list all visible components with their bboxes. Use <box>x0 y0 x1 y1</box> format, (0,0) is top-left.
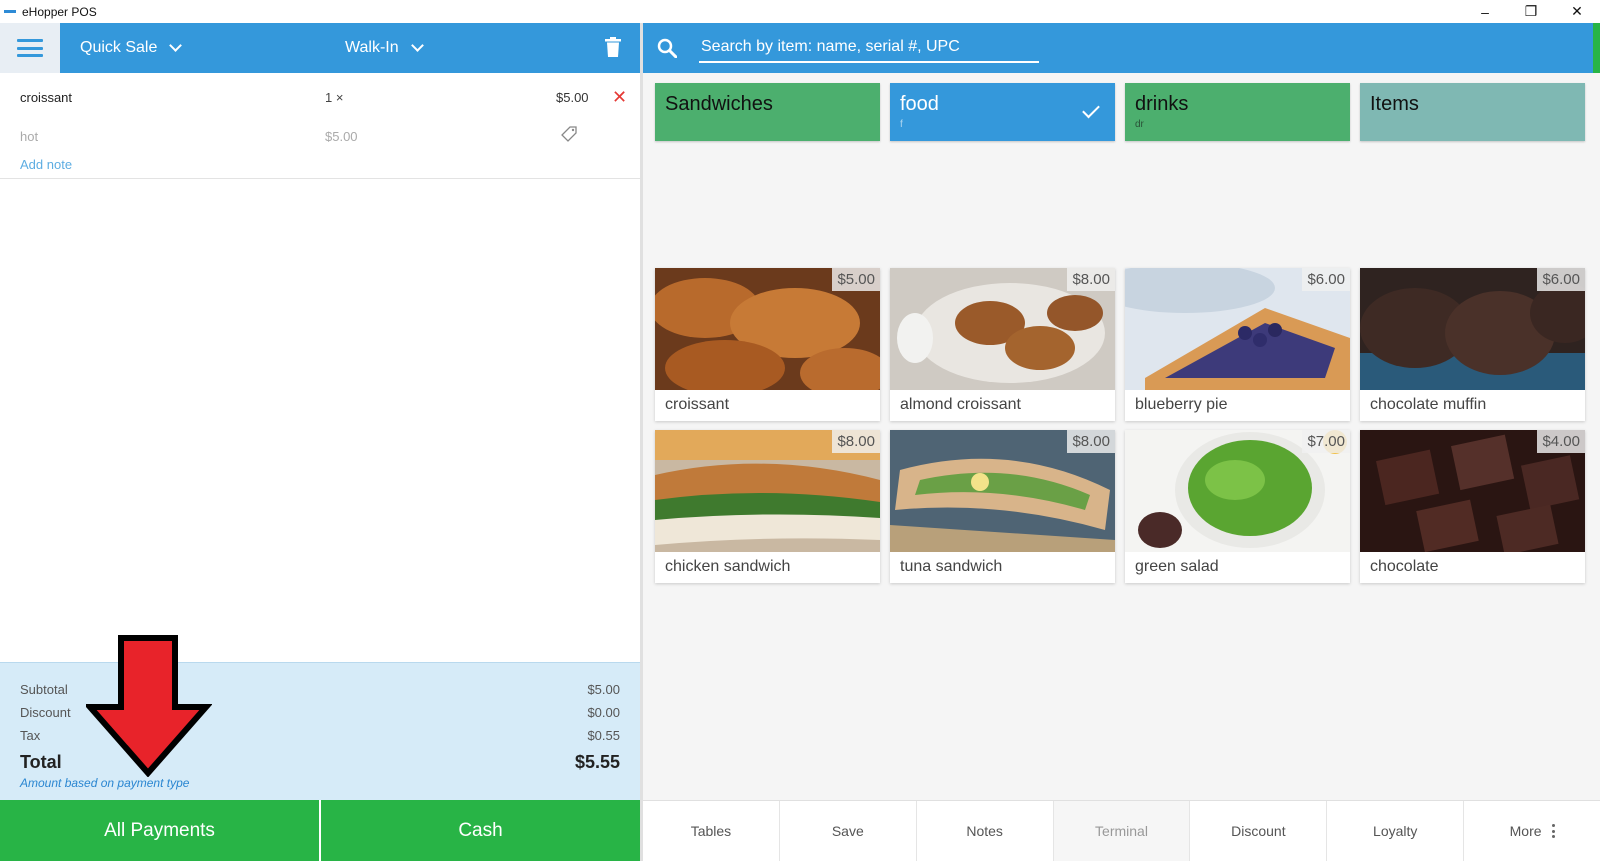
category-name: drinks <box>1135 93 1189 115</box>
product-tile-chicken-sandwich[interactable]: $8.00 chicken sandwich <box>655 430 880 583</box>
product-tile-tuna-sandwich[interactable]: $8.00 tuna sandwich <box>890 430 1115 583</box>
minimize-button[interactable]: – <box>1462 0 1508 23</box>
product-name: chocolate <box>1370 558 1439 575</box>
window-title: eHopper POS <box>22 4 97 19</box>
product-price: $8.00 <box>1067 430 1115 453</box>
product-price: $7.00 <box>1302 430 1350 453</box>
menu-button[interactable] <box>0 23 60 73</box>
more-vertical-icon <box>1551 824 1555 838</box>
product-price: $6.00 <box>1302 268 1350 291</box>
product-price: $5.00 <box>832 268 880 291</box>
more-label: More <box>1509 823 1542 839</box>
product-tile-chocolate[interactable]: $4.00 chocolate <box>1360 430 1585 583</box>
tax-label: Tax <box>20 728 41 743</box>
loyalty-button[interactable]: Loyalty <box>1327 801 1465 861</box>
discount-label: Discount <box>20 705 71 720</box>
search-icon[interactable] <box>657 38 677 58</box>
remove-item-icon[interactable]: ✕ <box>612 87 627 108</box>
category-items[interactable]: Items <box>1360 83 1585 141</box>
category-name: food <box>900 93 939 115</box>
category-drinks[interactable]: drinks dr <box>1125 83 1350 141</box>
product-price: $8.00 <box>1067 268 1115 291</box>
chevron-down-icon <box>410 39 424 52</box>
save-button[interactable]: Save <box>780 801 917 861</box>
restore-button[interactable]: ❐ <box>1508 0 1554 23</box>
product-tile-green-salad[interactable]: $7.00 green salad <box>1125 430 1350 583</box>
modifier-price: $5.00 <box>325 129 358 144</box>
notes-button[interactable]: Notes <box>917 801 1054 861</box>
product-price: $6.00 <box>1537 268 1585 291</box>
product-name: croissant <box>665 396 730 413</box>
order-type-dropdown[interactable]: Quick Sale <box>80 23 183 73</box>
product-name: chocolate muffin <box>1370 396 1487 413</box>
product-tile-blueberry-pie[interactable]: $6.00 blueberry pie <box>1125 268 1350 421</box>
product-name: blueberry pie <box>1135 396 1228 413</box>
product-price: $4.00 <box>1537 430 1585 453</box>
order-type-label: Quick Sale <box>80 39 158 56</box>
category-food[interactable]: food f <box>890 83 1115 141</box>
category-name: Sandwiches <box>665 93 773 115</box>
product-tile-almond-croissant[interactable]: $8.00 almond croissant <box>890 268 1115 421</box>
tax-value: $0.55 <box>587 728 620 743</box>
check-icon <box>1082 100 1100 119</box>
category-code: f <box>900 119 903 130</box>
chevron-down-icon <box>169 39 183 52</box>
app-icon <box>4 10 16 13</box>
product-tile-chocolate-muffin[interactable]: $6.00 chocolate muffin <box>1360 268 1585 421</box>
product-name: green salad <box>1135 558 1219 575</box>
total-label: Total <box>20 752 62 772</box>
more-button[interactable]: More <box>1464 801 1600 861</box>
title-bar: eHopper POS – ❐ ✕ <box>0 0 1600 23</box>
subtotal-label: Subtotal <box>20 682 68 697</box>
product-price: $8.00 <box>832 430 880 453</box>
product-name: almond croissant <box>900 396 1021 413</box>
all-payments-button[interactable]: All Payments <box>0 800 319 861</box>
category-name: Items <box>1370 93 1419 115</box>
payment-hint: Amount based on payment type <box>20 776 190 790</box>
arrow-down-icon <box>86 635 212 777</box>
modifier-name: hot <box>20 129 39 144</box>
cash-button[interactable]: Cash <box>321 800 640 861</box>
line-item-qty[interactable]: 1 × <box>325 90 343 105</box>
customer-label: Walk-In <box>345 39 399 56</box>
product-name: chicken sandwich <box>665 558 791 575</box>
tag-icon[interactable] <box>561 126 577 142</box>
close-window-button[interactable]: ✕ <box>1554 0 1600 23</box>
total-value: $5.55 <box>574 752 620 772</box>
category-sandwiches[interactable]: Sandwiches <box>655 83 880 141</box>
discount-button[interactable]: Discount <box>1190 801 1328 861</box>
search-input[interactable] <box>699 33 1039 63</box>
tables-button[interactable]: Tables <box>643 801 780 861</box>
hamburger-icon <box>17 39 43 57</box>
discount-value: $0.00 <box>587 705 620 720</box>
line-item-name: croissant <box>20 90 73 105</box>
status-strip <box>1593 23 1600 73</box>
product-tile-croissant[interactable]: $5.00 croissant <box>655 268 880 421</box>
search-bar <box>643 23 1593 73</box>
category-code: dr <box>1135 119 1144 130</box>
ticket-line-item[interactable]: croissant 1 × $5.00 ✕ hot $5.00 Add note <box>0 73 640 179</box>
subtotal-value: $5.00 <box>587 682 620 697</box>
add-note-link[interactable]: Add note <box>20 157 72 172</box>
bottom-toolbar: Tables Save Notes Terminal Discount Loya… <box>643 800 1600 861</box>
order-header: Quick Sale Walk-In <box>0 23 640 73</box>
product-name: tuna sandwich <box>900 558 1003 575</box>
trash-icon[interactable] <box>605 37 621 57</box>
line-item-price: $5.00 <box>556 90 589 105</box>
customer-dropdown[interactable]: Walk-In <box>345 23 424 73</box>
terminal-button[interactable]: Terminal <box>1053 801 1191 861</box>
